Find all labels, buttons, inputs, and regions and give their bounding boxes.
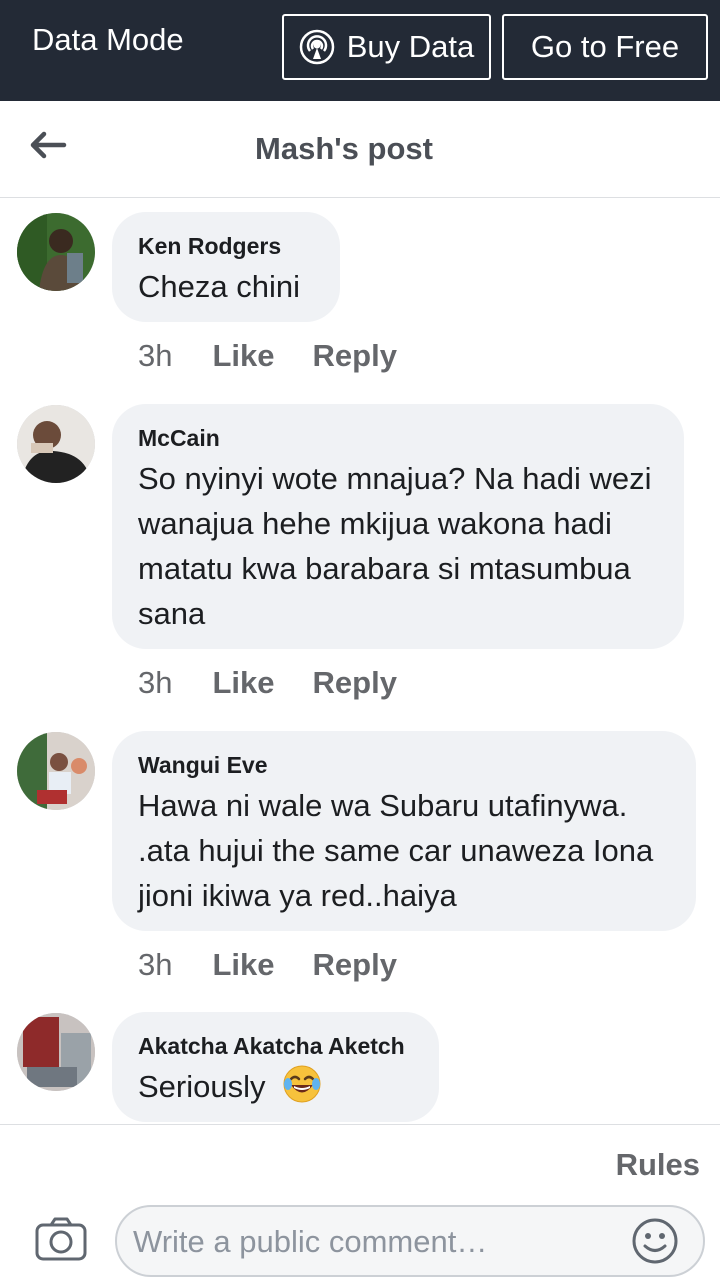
go-to-free-button[interactable]: Go to Free (502, 14, 708, 80)
comment-bubble: McCain So nyinyi wote mnajua? Na hadi we… (112, 404, 684, 649)
like-button[interactable]: Like (212, 947, 274, 983)
comment-bubble: Wangui Eve Hawa ni wale wa Subaru utafin… (112, 731, 696, 931)
avatar[interactable] (17, 405, 95, 483)
comment-text: Seriously (138, 1064, 413, 1109)
buy-data-button[interactable]: Buy Data (282, 14, 491, 80)
page-title: Mash's post (255, 131, 433, 166)
comment-text: Cheza chini (138, 269, 300, 304)
reply-button[interactable]: Reply (313, 665, 397, 701)
like-button[interactable]: Like (212, 338, 274, 374)
comment-text: So nyinyi wote mnajua? Na hadi wezi wana… (138, 461, 652, 631)
post-header: Mash's post (0, 101, 720, 198)
broadcast-icon (299, 29, 334, 65)
comment-actions: 3h Like Reply (138, 665, 397, 701)
avatar[interactable] (17, 213, 95, 291)
avatar[interactable] (17, 1013, 95, 1091)
comment-text-value: Seriously (138, 1069, 266, 1104)
reply-button[interactable]: Reply (313, 947, 397, 983)
comment-author[interactable]: Wangui Eve (138, 751, 670, 779)
comment-actions: 3h Like Reply (138, 947, 397, 983)
buy-data-label: Buy Data (346, 29, 475, 64)
camera-icon[interactable] (35, 1217, 87, 1261)
comment-bubble: Akatcha Akatcha Aketch Seriously (112, 1012, 439, 1122)
comment-actions: 3h Like Reply (138, 338, 397, 374)
comment-time: 3h (138, 665, 173, 700)
rules-link[interactable]: Rules (616, 1147, 700, 1183)
comment-text: Hawa ni wale wa Subaru utafinywa. .ata h… (138, 788, 654, 913)
comment-time: 3h (138, 947, 173, 982)
go-to-free-label: Go to Free (530, 29, 680, 64)
comments-list: Ken Rodgers Cheza chini 3h Like Reply McCa… (0, 198, 720, 1124)
data-mode-bar: Data Mode Buy Data Go to Free (0, 0, 720, 101)
face-with-tears-of-joy-icon (283, 1065, 321, 1103)
comment-time: 3h (138, 338, 173, 373)
comment-author[interactable]: Akatcha Akatcha Aketch (138, 1032, 413, 1060)
comment-author[interactable]: Ken Rodgers (138, 232, 314, 260)
comment-input[interactable] (131, 1219, 605, 1265)
smiley-icon[interactable] (631, 1217, 679, 1265)
comment-author[interactable]: McCain (138, 424, 658, 452)
comment-footer: Rules (0, 1124, 720, 1278)
comment-composer[interactable] (115, 1205, 705, 1277)
like-button[interactable]: Like (212, 665, 274, 701)
avatar[interactable] (17, 732, 95, 810)
reply-button[interactable]: Reply (313, 338, 397, 374)
data-mode-label: Data Mode (32, 22, 184, 57)
comment-bubble: Ken Rodgers Cheza chini (112, 212, 340, 322)
